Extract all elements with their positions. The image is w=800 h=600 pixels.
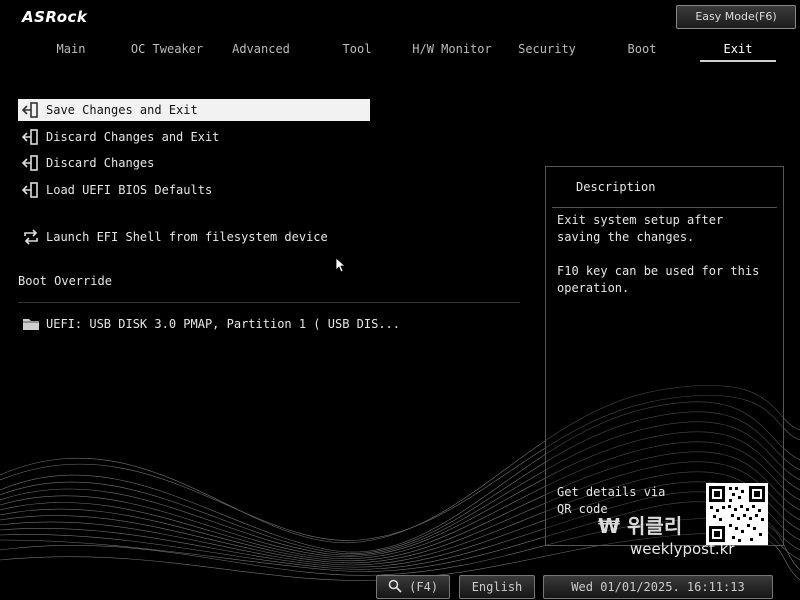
menu-item-label: Discard Changes and Exit bbox=[46, 130, 220, 144]
menu-item-label: Load UEFI BIOS Defaults bbox=[46, 183, 213, 197]
search-button[interactable]: (F4) bbox=[376, 575, 450, 599]
mouse-cursor-icon bbox=[335, 257, 347, 273]
menu-item-label: Launch EFI Shell from filesystem device bbox=[46, 230, 328, 244]
datetime-display: Wed 01/01/2025. 16:11:13 bbox=[543, 575, 773, 599]
search-icon bbox=[388, 579, 402, 593]
watermark-url: weeklypost.kr bbox=[630, 540, 735, 558]
tab-bar: Main OC Tweaker Advanced Tool H/W Monito… bbox=[20, 40, 780, 62]
exit-icon bbox=[22, 102, 38, 118]
description-text: Exit system setup after saving the chang… bbox=[557, 213, 760, 295]
language-button[interactable]: English bbox=[459, 575, 535, 599]
boot-override-heading: Boot Override bbox=[18, 274, 112, 288]
watermark-logo: ₩ 위클리 bbox=[598, 514, 683, 538]
exit-icon bbox=[22, 182, 38, 198]
folder-icon bbox=[23, 319, 39, 330]
menu-item-discard-changes[interactable]: Discard Changes bbox=[18, 152, 154, 174]
tab-security[interactable]: Security bbox=[516, 40, 578, 62]
exit-icon bbox=[22, 155, 38, 171]
menu-item-label: Save Changes and Exit bbox=[46, 103, 198, 117]
qr-code-icon bbox=[706, 483, 768, 545]
menu-item-save-changes-exit[interactable]: Save Changes and Exit bbox=[18, 99, 370, 121]
tab-main[interactable]: Main bbox=[50, 40, 92, 62]
menu-item-label: Discard Changes bbox=[46, 156, 155, 170]
exit-icon bbox=[22, 129, 38, 145]
easy-mode-button[interactable]: Easy Mode(F6) bbox=[676, 5, 796, 29]
boot-override-label: UEFI: USB DISK 3.0 PMAP, Partition 1 ( U… bbox=[46, 317, 401, 331]
description-divider bbox=[552, 207, 777, 208]
menu-item-load-defaults[interactable]: Load UEFI BIOS Defaults bbox=[18, 179, 212, 201]
description-title: Description bbox=[576, 180, 656, 194]
search-shortcut: (F4) bbox=[409, 580, 439, 594]
description-panel: Description Exit system setup after savi… bbox=[545, 166, 784, 546]
watermark: ₩ 위클리 weeklypost.kr bbox=[598, 510, 734, 558]
tab-advanced[interactable]: Advanced bbox=[228, 40, 294, 62]
refresh-icon bbox=[24, 229, 38, 245]
tab-tool[interactable]: Tool bbox=[338, 40, 376, 62]
tab-exit[interactable]: Exit bbox=[700, 40, 776, 62]
tab-hw-monitor[interactable]: H/W Monitor bbox=[412, 40, 492, 62]
watermark-text: 위클리 bbox=[627, 514, 683, 538]
menu-item-launch-efi-shell[interactable]: Launch EFI Shell from filesystem device bbox=[18, 226, 328, 248]
boot-override-item[interactable]: UEFI: USB DISK 3.0 PMAP, Partition 1 ( U… bbox=[18, 313, 400, 335]
menu-item-discard-changes-exit[interactable]: Discard Changes and Exit bbox=[18, 126, 219, 148]
asrock-logo: ASRock bbox=[22, 8, 88, 26]
divider bbox=[18, 302, 520, 303]
tab-oc-tweaker[interactable]: OC Tweaker bbox=[128, 40, 206, 62]
tab-boot[interactable]: Boot bbox=[624, 40, 660, 62]
